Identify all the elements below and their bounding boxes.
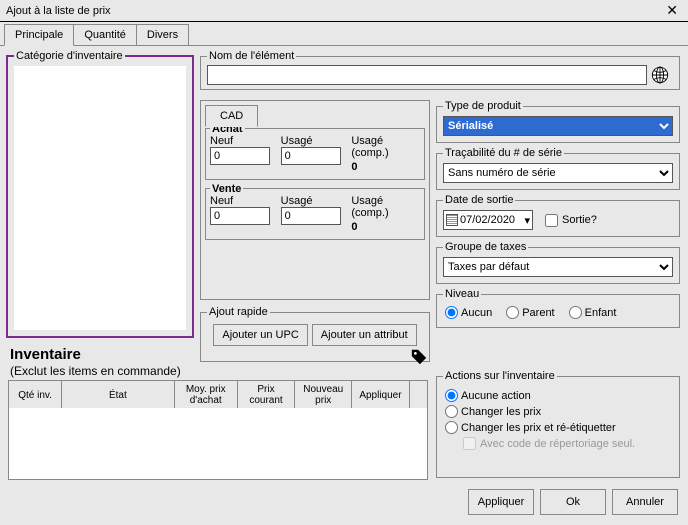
achat-neuf-label: Neuf	[210, 135, 279, 147]
invaction-none-radio[interactable]: Aucune action	[445, 389, 671, 402]
add-attribute-button[interactable]: Ajouter un attribut	[312, 324, 417, 346]
close-icon[interactable]: ✕	[662, 2, 682, 19]
element-name-group: Nom de l'élément	[200, 50, 680, 90]
th-etat[interactable]: État	[62, 381, 174, 410]
globe-icon[interactable]	[651, 66, 669, 84]
achat-usagecomp-label: Usagé (comp.)	[351, 135, 420, 159]
vente-usage-input[interactable]	[281, 207, 341, 225]
calendar-icon	[446, 214, 458, 226]
tab-principale[interactable]: Principale	[4, 24, 74, 46]
achat-usagecomp-value: 0	[351, 159, 420, 173]
slot-code-checkbox-wrap: Avec code de répertoriage seul.	[463, 437, 673, 450]
release-date-input[interactable]: 07/02/2020 ▾	[443, 210, 533, 230]
level-enfant-radio[interactable]: Enfant	[569, 306, 617, 319]
tag-icon[interactable]	[410, 348, 428, 366]
vente-usage-label: Usagé	[281, 195, 350, 207]
serial-trace-group: Traçabilité du # de série Sans numéro de…	[436, 147, 680, 190]
invaction-retag-radio[interactable]: Changer les prix et ré-étiquetter	[445, 421, 671, 434]
tax-group-select[interactable]: Taxes par défaut	[443, 257, 673, 277]
level-label: Niveau	[443, 288, 481, 300]
achat-usage-label: Usagé	[281, 135, 350, 147]
chevron-down-icon[interactable]: ▾	[524, 214, 530, 227]
quick-add-title: Ajout rapide	[207, 306, 270, 318]
inventory-actions-group: Actions sur l'inventaire Aucune action C…	[436, 370, 680, 478]
release-date-value: 07/02/2020	[460, 214, 515, 226]
vente-usagecomp-label: Usagé (comp.)	[351, 195, 420, 219]
element-name-input[interactable]	[207, 65, 647, 85]
ok-button[interactable]: Ok	[540, 489, 606, 515]
inventory-table: Qté inv. État Moy. prix d'achat Prix cou…	[8, 380, 428, 410]
invaction-change-radio[interactable]: Changer les prix	[445, 405, 671, 418]
cancel-button[interactable]: Annuler	[612, 489, 678, 515]
tab-strip: Principale Quantité Divers	[4, 24, 688, 46]
vente-neuf-label: Neuf	[210, 195, 279, 207]
currency-tab-cad[interactable]: CAD	[205, 105, 258, 127]
th-prixcourant[interactable]: Prix courant	[237, 381, 294, 410]
vente-usagecomp-value: 0	[351, 219, 420, 233]
sortie-checkbox[interactable]	[545, 214, 558, 227]
inventory-category-list[interactable]	[14, 66, 186, 330]
tab-divers[interactable]: Divers	[136, 24, 189, 46]
product-type-group: Type de produit Sérialisé	[436, 100, 680, 143]
tax-group-group: Groupe de taxes Taxes par défaut	[436, 241, 680, 284]
tab-quantite[interactable]: Quantité	[73, 24, 137, 46]
inventory-table-body[interactable]	[8, 408, 428, 480]
quick-add-group: Ajout rapide Ajouter un UPC Ajouter un a…	[200, 306, 430, 362]
th-qte[interactable]: Qté inv.	[9, 381, 62, 410]
release-date-label: Date de sortie	[443, 194, 515, 206]
achat-neuf-input[interactable]	[210, 147, 270, 165]
vente-group: Vente Neuf Usagé Usagé (comp.) 0	[205, 188, 425, 240]
inventory-title: Inventaire	[10, 346, 81, 363]
th-nouveauprix[interactable]: Nouveau prix	[295, 381, 352, 410]
slot-code-checkbox	[463, 437, 476, 450]
th-moyprix[interactable]: Moy. prix d'achat	[174, 381, 237, 410]
level-group: Niveau Aucun Parent Enfant	[436, 288, 680, 328]
product-type-label: Type de produit	[443, 100, 523, 112]
inventory-category-group: Catégorie d'inventaire	[6, 50, 194, 338]
vente-title: Vente	[210, 183, 243, 195]
th-spacer	[409, 381, 427, 410]
product-type-select[interactable]: Sérialisé	[443, 116, 673, 136]
element-name-label: Nom de l'élément	[207, 50, 296, 62]
inventory-category-label: Catégorie d'inventaire	[14, 50, 125, 62]
level-parent-radio[interactable]: Parent	[506, 306, 554, 319]
serial-trace-label: Traçabilité du # de série	[443, 147, 564, 159]
release-date-group: Date de sortie 07/02/2020 ▾ Sortie?	[436, 194, 680, 237]
window-title: Ajout à la liste de prix	[6, 5, 111, 17]
vente-neuf-input[interactable]	[210, 207, 270, 225]
inventory-actions-label: Actions sur l'inventaire	[443, 370, 557, 382]
add-upc-button[interactable]: Ajouter un UPC	[213, 324, 307, 346]
inventory-subtitle: (Exclut les items en commande)	[10, 364, 181, 378]
slot-code-label: Avec code de répertoriage seul.	[480, 438, 635, 450]
serial-trace-select[interactable]: Sans numéro de série	[443, 163, 673, 183]
achat-group: Achat Neuf Usagé Usagé (comp.) 0	[205, 128, 425, 180]
sortie-label: Sortie?	[562, 214, 597, 226]
pricing-panel: CAD Achat Neuf Usagé Usagé (comp.) 0 Ven…	[200, 100, 430, 300]
achat-usage-input[interactable]	[281, 147, 341, 165]
tax-group-label: Groupe de taxes	[443, 241, 528, 253]
th-appliquer[interactable]: Appliquer	[352, 381, 409, 410]
apply-button[interactable]: Appliquer	[468, 489, 534, 515]
level-aucun-radio[interactable]: Aucun	[445, 306, 492, 319]
sortie-checkbox-wrap[interactable]: Sortie?	[545, 214, 597, 227]
